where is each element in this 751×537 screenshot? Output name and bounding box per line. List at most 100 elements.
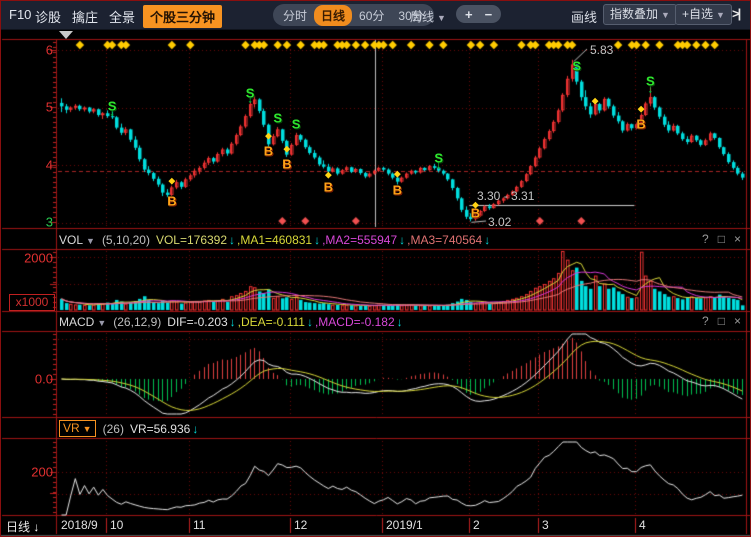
- vol-indicator-dropdown[interactable]: VOL▼: [59, 233, 95, 247]
- macd-value: ,MACD=-0.182: [315, 315, 395, 329]
- vol-value: ,MA2=555947: [322, 233, 397, 247]
- chevron-down-icon: ▼: [83, 424, 92, 434]
- y-axis-label: 6: [3, 43, 53, 58]
- price-label-low: 3.02: [488, 215, 511, 229]
- macd-indicator-dropdown[interactable]: MACD▼: [59, 315, 106, 329]
- zoom-out-button[interactable]: −: [485, 7, 493, 22]
- help-icon[interactable]: ?: [702, 232, 709, 246]
- sell-arrow-icon: ↓: [436, 160, 442, 171]
- macd-params: (26,12,9): [113, 315, 161, 329]
- x-axis-tick-label: 2: [473, 518, 480, 532]
- menu-f10[interactable]: F10: [9, 7, 31, 22]
- zoom-buttons: + −: [456, 5, 501, 23]
- vol-pane-header: VOL▼ (5,10,20) VOL=176392↓,MA1=460831↓,M…: [59, 230, 492, 249]
- buy-signal-marker: B: [167, 194, 176, 207]
- y-axis-label: 5: [3, 100, 53, 115]
- sell-signal-marker: S: [292, 117, 301, 130]
- y-axis-label: 4: [3, 158, 53, 173]
- tab-daily[interactable]: 日线: [314, 5, 352, 26]
- menu-qinzhuang[interactable]: 擒庄: [72, 7, 98, 26]
- price-label-range: 3.30 - 3.31: [477, 189, 534, 203]
- down-arrow-icon: ↓: [484, 233, 490, 247]
- sell-arrow-icon: ↓: [648, 85, 654, 96]
- maximize-icon[interactable]: □: [718, 314, 725, 328]
- buy-signal-marker: B: [324, 180, 333, 193]
- vol-unit-box: x1000: [9, 294, 55, 311]
- macd-pane-header: MACD▼ (26,12,9) DIF=-0.203↓,DEA=-0.111↓,…: [59, 312, 405, 331]
- chevron-down-icon: ▼: [437, 13, 446, 23]
- data-edge-marker-icon: [59, 31, 73, 39]
- index-overlay-button[interactable]: 指数叠加▼: [603, 4, 677, 25]
- x-axis-tick-label: 2019/1: [386, 518, 423, 532]
- period-more-dropdown[interactable]: 周线▼: [410, 8, 446, 25]
- sell-arrow-icon: ↓: [109, 108, 115, 119]
- down-arrow-icon: ↓: [33, 520, 39, 534]
- down-arrow-icon: ↓: [229, 233, 235, 247]
- sell-signal-marker: S: [572, 60, 581, 73]
- buy-diamond-icon: ◆: [394, 170, 401, 179]
- menu-diagnose[interactable]: 诊股: [35, 7, 61, 26]
- vol-value: ,MA3=740564: [407, 233, 482, 247]
- down-arrow-icon: ↓: [314, 233, 320, 247]
- chevron-down-icon: ▼: [661, 10, 670, 20]
- toolbar: F10 诊股 擒庄 全景 个股三分钟 分时 日线 60分 30分 周线▼ + −…: [1, 1, 750, 30]
- chevron-down-icon: ▼: [86, 236, 95, 246]
- stock-terminal-window: F10 诊股 擒庄 全景 个股三分钟 分时 日线 60分 30分 周线▼ + −…: [0, 0, 751, 537]
- down-arrow-icon: ↓: [192, 422, 198, 436]
- vr-pane-header: VR▼ (26) VR=56.936↓: [59, 419, 200, 438]
- tab-intraday[interactable]: 分时: [276, 5, 314, 26]
- sell-arrow-icon: ↓: [247, 95, 253, 106]
- vol-params: (5,10,20): [102, 233, 150, 247]
- sell-signal-marker: S: [273, 111, 282, 124]
- close-icon[interactable]: ×: [734, 314, 741, 328]
- buy-signal-marker: B: [471, 207, 480, 220]
- price-label-high: 5.83: [590, 43, 613, 57]
- chevron-down-icon: ▼: [716, 10, 725, 20]
- stock-3min-button[interactable]: 个股三分钟: [143, 5, 222, 28]
- vr-value: VR=56.936: [130, 422, 190, 436]
- down-arrow-icon: ↓: [397, 315, 403, 329]
- draw-line-button[interactable]: 画线: [571, 7, 597, 26]
- chevron-down-icon: ▼: [97, 318, 106, 328]
- buy-signal-marker: B: [282, 157, 291, 170]
- buy-diamond-icon: ◆: [168, 177, 175, 186]
- buy-diamond-icon: ◆: [592, 96, 599, 105]
- chart-canvas[interactable]: [1, 1, 751, 537]
- down-arrow-icon: ↓: [230, 315, 236, 329]
- down-arrow-icon: ↓: [307, 315, 313, 329]
- macd-value: DIF=-0.203: [167, 315, 227, 329]
- x-axis-tick-label: 4: [639, 518, 646, 532]
- vol-pane-buttons: ? □ ×: [702, 232, 741, 246]
- maximize-icon[interactable]: □: [718, 232, 725, 246]
- x-axis-period[interactable]: 日线 ↓: [6, 518, 39, 535]
- buy-diamond-icon: ◆: [265, 132, 272, 141]
- x-axis-tick-label: 3: [542, 518, 549, 532]
- vol-value: VOL=176392: [156, 233, 227, 247]
- collapse-panel-icon[interactable]: >|: [732, 6, 739, 21]
- vr-params: (26): [103, 422, 124, 436]
- close-icon[interactable]: ×: [734, 232, 741, 246]
- macd-pane-buttons: ? □ ×: [702, 314, 741, 328]
- buy-signal-marker: B: [393, 184, 402, 197]
- macd-scale-label: 0.0: [3, 372, 53, 387]
- vol-value: ,MA1=460831: [237, 233, 312, 247]
- vr-scale-label: 200: [3, 465, 53, 480]
- vol-scale-label: 2000: [3, 251, 53, 266]
- down-arrow-icon: ↓: [399, 233, 405, 247]
- help-icon[interactable]: ?: [702, 314, 709, 328]
- zoom-in-button[interactable]: +: [465, 7, 473, 22]
- add-watchlist-button[interactable]: +自选▼: [675, 4, 732, 25]
- macd-value: ,DEA=-0.111: [238, 315, 305, 329]
- x-axis-tick-label: 11: [193, 518, 205, 532]
- buy-diamond-icon: ◆: [283, 144, 290, 153]
- vr-indicator-dropdown[interactable]: VR▼: [59, 420, 96, 437]
- buy-signal-marker: B: [264, 145, 273, 158]
- menu-panorama[interactable]: 全景: [109, 7, 135, 26]
- tab-60min[interactable]: 60分: [352, 5, 391, 26]
- buy-diamond-icon: ◆: [638, 104, 645, 113]
- buy-signal-marker: B: [636, 117, 645, 130]
- y-axis-label: 3: [3, 215, 53, 230]
- x-axis-tick-label: 10: [110, 518, 123, 532]
- x-axis-tick-label: 12: [294, 518, 307, 532]
- x-axis-tick-label: 2018/9: [61, 518, 98, 532]
